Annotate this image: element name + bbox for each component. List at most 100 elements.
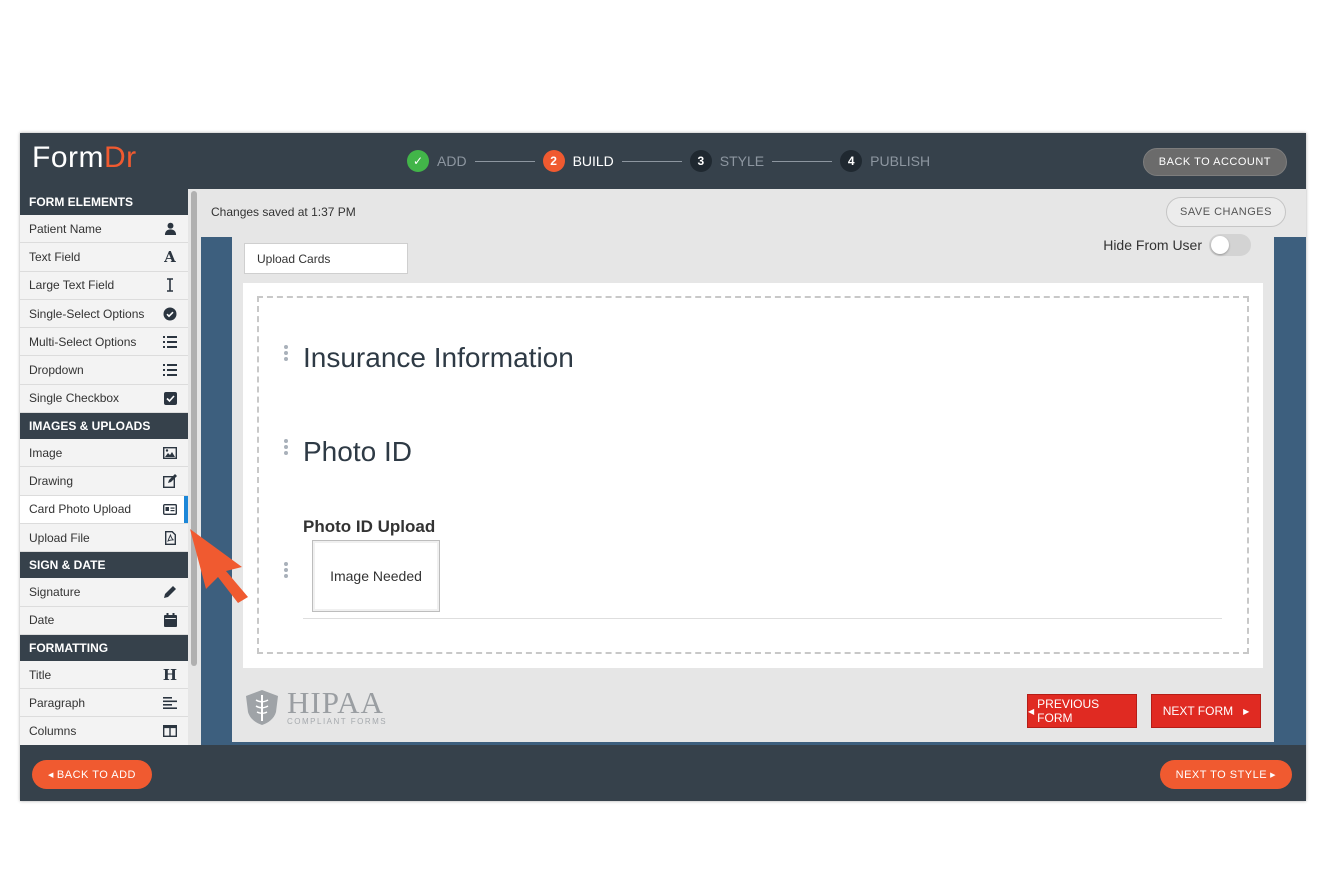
photo-id-upload-label: Photo ID Upload — [303, 517, 436, 536]
sidebar-item-patient-name[interactable]: Patient Name — [20, 215, 188, 244]
text-cursor-icon — [163, 278, 177, 293]
step-style-label: STYLE — [719, 153, 765, 169]
pdf-file-icon — [163, 530, 177, 545]
checkbox-icon — [163, 391, 177, 405]
sidebar-item-label: Single Checkbox — [29, 391, 120, 406]
drag-handle-icon[interactable] — [284, 345, 288, 363]
form-page-panel: Upload Cards Hide From User Insurance In… — [232, 234, 1274, 742]
columns-icon — [163, 724, 177, 738]
step-build-label: BUILD — [572, 153, 614, 169]
sidebar-item-label: Dropdown — [29, 363, 84, 378]
sidebar-item-label: Signature — [29, 584, 81, 599]
caret-right-icon: ▶ — [1270, 771, 1276, 779]
sidebar-item-card-photo-upload[interactable]: Card Photo Upload — [20, 495, 188, 524]
list-icon — [163, 335, 177, 349]
drag-handle-icon[interactable] — [284, 439, 288, 457]
heading-icon: H — [162, 665, 178, 684]
image-upload-placeholder[interactable]: Image Needed — [312, 540, 440, 612]
drop-zone[interactable]: Insurance Information Photo ID Photo ID … — [257, 296, 1249, 654]
list-icon — [163, 363, 177, 377]
step-publish-number: 4 — [840, 150, 863, 172]
back-to-add-button[interactable]: ◀ BACK TO ADD — [32, 760, 152, 789]
step-build[interactable]: 2 BUILD — [542, 150, 614, 172]
next-form-button[interactable]: NEXT FORM ▶ — [1151, 694, 1261, 728]
sidebar-item-label: Paragraph — [29, 695, 86, 710]
sidebar-item-title[interactable]: Title H — [20, 660, 188, 690]
id-card-icon — [163, 502, 177, 516]
form-builder-app: FormDr ✓ ADD 2 BUILD 3 STYLE 4 PUBLISH B… — [20, 133, 1306, 801]
check-circle-icon — [163, 307, 177, 321]
sidebar-item-signature[interactable]: Signature — [20, 578, 188, 607]
image-icon — [163, 446, 177, 460]
caret-left-icon: ◀ — [48, 771, 54, 779]
heading-insurance-information[interactable]: Insurance Information — [303, 342, 574, 374]
step-build-number: 2 — [542, 150, 565, 172]
back-to-add-label: BACK TO ADD — [56, 768, 136, 781]
sidebar-item-label: Patient Name — [29, 221, 102, 236]
hide-from-user-toggle[interactable] — [1209, 234, 1251, 256]
step-connector — [772, 160, 833, 162]
sidebar-item-text-field[interactable]: Text Field A — [20, 243, 188, 272]
sidebar-item-label: Large Text Field — [29, 278, 115, 293]
save-status-text: Changes saved at 1:37 PM — [211, 205, 356, 219]
step-style[interactable]: 3 STYLE — [689, 150, 765, 172]
hipaa-wordmark: HIPAA — [287, 684, 384, 720]
next-form-label: NEXT FORM — [1162, 704, 1234, 718]
pencil-icon — [163, 585, 177, 599]
step-add-label: ADD — [437, 153, 467, 169]
section-header-images-uploads: IMAGES & UPLOADS — [20, 413, 188, 440]
step-publish[interactable]: 4 PUBLISH — [840, 150, 930, 172]
sidebar-item-label: Drawing — [29, 474, 74, 489]
section-name-input[interactable]: Upload Cards — [244, 243, 408, 274]
caduceus-shield-icon — [246, 690, 278, 725]
sidebar-item-label: Text Field — [29, 249, 81, 264]
bottom-bar: ◀ BACK TO ADD NEXT TO STYLE ▶ — [20, 745, 1306, 801]
sidebar-item-columns[interactable]: Columns — [20, 717, 188, 745]
logo-form-text: Form — [32, 141, 104, 174]
previous-form-label: PREVIOUS FORM — [1037, 697, 1100, 725]
check-icon: ✓ — [407, 150, 429, 172]
user-icon — [163, 222, 177, 236]
sidebar-item-label: Title — [29, 667, 52, 682]
edit-icon — [163, 474, 177, 489]
sidebar-item-single-select-options[interactable]: Single-Select Options — [20, 299, 188, 329]
hide-from-user-label: Hide From User — [1103, 237, 1202, 253]
step-connector — [621, 160, 682, 162]
step-add[interactable]: ✓ ADD — [407, 150, 467, 172]
step-publish-label: PUBLISH — [870, 153, 931, 169]
section-header-formatting: FORMATTING — [20, 634, 188, 661]
sidebar-item-dropdown[interactable]: Dropdown — [20, 356, 188, 385]
sidebar-item-paragraph[interactable]: Paragraph — [20, 689, 188, 718]
sidebar-item-single-checkbox[interactable]: Single Checkbox — [20, 384, 188, 414]
text-a-icon: A — [164, 247, 176, 266]
element-sidebar: FORM ELEMENTS Patient Name Text Field A … — [20, 189, 188, 745]
sidebar-item-drawing[interactable]: Drawing — [20, 467, 188, 496]
sidebar-item-label: Upload File — [29, 530, 90, 545]
next-to-style-label: NEXT TO STYLE — [1175, 768, 1268, 781]
sidebar-item-label: Card Photo Upload — [29, 502, 132, 517]
hipaa-logo: HIPAA COMPLIANT FORMS — [243, 687, 387, 727]
save-changes-button[interactable]: SAVE CHANGES — [1166, 197, 1286, 227]
formdr-logo[interactable]: FormDr — [32, 141, 137, 175]
hipaa-tagline: COMPLIANT FORMS — [287, 716, 388, 726]
field-divider — [303, 618, 1222, 619]
sidebar-item-upload-file[interactable]: Upload File — [20, 523, 188, 553]
drag-handle-icon[interactable] — [284, 562, 288, 580]
back-to-account-button[interactable]: BACK TO ACCOUNT — [1142, 148, 1287, 176]
sidebar-item-date[interactable]: Date — [20, 606, 188, 635]
step-connector — [474, 160, 535, 162]
previous-form-button[interactable]: ◀ PREVIOUS FORM — [1027, 694, 1137, 728]
form-content-card: Insurance Information Photo ID Photo ID … — [243, 283, 1263, 668]
heading-photo-id[interactable]: Photo ID — [303, 436, 412, 468]
step-style-number: 3 — [689, 150, 712, 172]
sidebar-item-label: Date — [29, 613, 55, 628]
section-header-form-elements: FORM ELEMENTS — [20, 189, 188, 215]
sidebar-item-image[interactable]: Image — [20, 439, 188, 468]
sidebar-item-large-text-field[interactable]: Large Text Field — [20, 271, 188, 300]
sidebar-item-label: Image — [29, 445, 63, 460]
calendar-icon — [163, 613, 177, 628]
align-left-icon — [163, 696, 177, 710]
sidebar-item-multi-select-options[interactable]: Multi-Select Options — [20, 328, 188, 357]
next-to-style-button[interactable]: NEXT TO STYLE ▶ — [1159, 760, 1292, 789]
top-bar: FormDr ✓ ADD 2 BUILD 3 STYLE 4 PUBLISH B… — [20, 133, 1306, 189]
